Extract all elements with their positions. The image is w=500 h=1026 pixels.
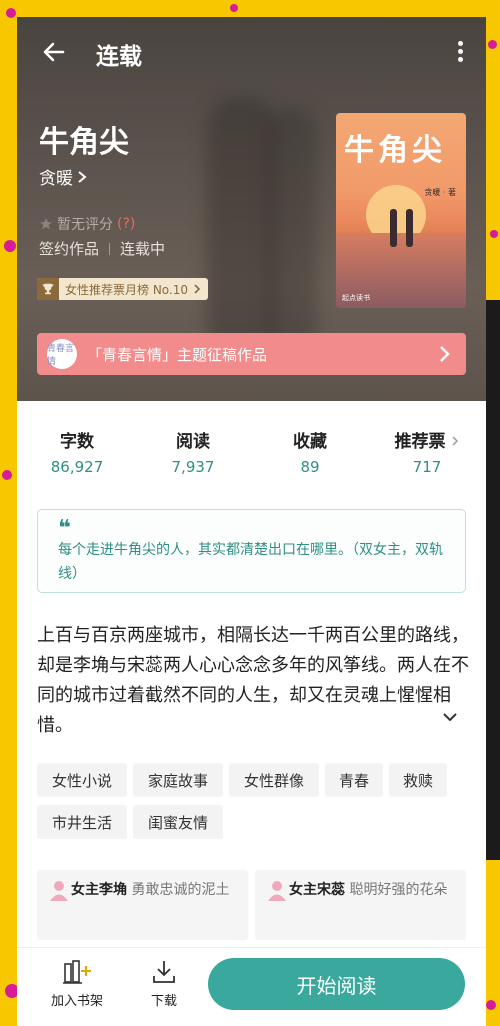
cover-figure bbox=[390, 209, 397, 247]
character-text: 女主宋蕊 聪明好强的花朵 bbox=[289, 878, 456, 902]
back-arrow-icon[interactable] bbox=[41, 39, 67, 65]
cover-author: 贪暖 · 著 bbox=[424, 188, 456, 197]
stat-value: 86,927 bbox=[50, 458, 104, 476]
contract-label: 签约作品 bbox=[39, 240, 100, 258]
stat-reads: 阅读 7,937 bbox=[148, 427, 238, 476]
tag-chip[interactable]: 市井生活 bbox=[37, 805, 127, 839]
tagline-card: ❝ 每个走进牛角尖的人，其实都清楚出口在哪里。（双女主，双轨线） bbox=[37, 509, 466, 593]
serial-status: 连载中 bbox=[120, 240, 166, 258]
rating-text: 暂无评分 bbox=[57, 217, 113, 233]
stat-recommend-votes[interactable]: 推荐票 717 bbox=[382, 427, 472, 476]
book-title: 牛角尖 bbox=[39, 125, 129, 160]
divider bbox=[109, 242, 111, 255]
more-menu-icon[interactable] bbox=[456, 41, 464, 65]
chevron-right-icon bbox=[78, 170, 87, 183]
synopsis: 上百与百京两座城市，相隔长达一千两百公里的路线，却是李埆与宋蕊两人心心念念多年的… bbox=[37, 625, 469, 736]
download-icon bbox=[153, 961, 175, 983]
bg-dot bbox=[488, 40, 497, 49]
character-card[interactable]: 女主宋蕊 聪明好强的花朵 bbox=[255, 870, 466, 940]
tagline-text: 每个走进牛角尖的人，其实都清楚出口在哪里。（双女主，双轨线） bbox=[58, 542, 443, 582]
bg-dot bbox=[486, 1000, 496, 1010]
stat-label: 阅读 bbox=[176, 432, 210, 452]
rank-text: 女性推荐票月榜 No.10 bbox=[65, 282, 189, 297]
book-status: 签约作品 连载中 bbox=[39, 238, 165, 259]
author-name: 贪暖 bbox=[39, 169, 73, 189]
tag-chip[interactable]: 女性小说 bbox=[37, 763, 127, 797]
female-avatar-icon bbox=[50, 881, 68, 901]
author-link[interactable]: 贪暖 bbox=[39, 164, 87, 189]
trophy-icon bbox=[37, 278, 59, 300]
add-to-shelf-button[interactable]: 加入书架 bbox=[51, 958, 103, 1009]
character-desc: 勇敢忠诚的泥土 bbox=[131, 882, 230, 898]
book-cover[interactable]: 牛角尖 贪暖 · 著 起点读书 bbox=[336, 113, 466, 308]
bg-dot bbox=[2, 470, 12, 480]
download-label: 下载 bbox=[150, 994, 177, 1009]
chevron-right-icon bbox=[452, 436, 459, 446]
add-to-shelf-label: 加入书架 bbox=[51, 994, 104, 1009]
banner-text: 「青春言情」主题征稿作品 bbox=[87, 345, 268, 364]
stat-value: 7,937 bbox=[171, 458, 215, 476]
cover-title: 牛角尖 bbox=[344, 133, 446, 168]
header-backdrop-figure bbox=[267, 107, 317, 357]
chevron-right-icon bbox=[440, 346, 450, 362]
book-header: 连载 牛角尖 贪暖 暂无评分 (?) 签约作品 连载中 女性推荐票月榜 No.1… bbox=[17, 17, 486, 401]
contest-seal-logo: 青春言情 bbox=[47, 339, 77, 369]
character-card[interactable]: 女主李埆 勇敢忠诚的泥土 bbox=[37, 870, 248, 940]
cover-publisher: 起点读书 bbox=[342, 294, 370, 302]
tag-chip[interactable]: 救赎 bbox=[389, 763, 447, 797]
tag-chip[interactable]: 闺蜜友情 bbox=[133, 805, 223, 839]
character-desc: 聪明好强的花朵 bbox=[349, 882, 448, 898]
start-reading-button[interactable]: 开始阅读 bbox=[208, 958, 465, 1010]
bg-dot bbox=[490, 230, 498, 238]
stats-row: 字数 86,927 阅读 7,937 收藏 89 推荐票 717 bbox=[17, 427, 486, 477]
stat-label: 收藏 bbox=[293, 432, 327, 452]
bottom-action-bar: 加入书架 下载 开始阅读 bbox=[17, 947, 486, 1026]
stat-word-count: 字数 86,927 bbox=[32, 427, 122, 476]
stat-label: 推荐票 bbox=[382, 427, 472, 452]
app-screen: 连载 牛角尖 贪暖 暂无评分 (?) 签约作品 连载中 女性推荐票月榜 No.1… bbox=[17, 17, 486, 1026]
rating: 暂无评分 (?) bbox=[39, 214, 135, 234]
chevron-down-icon[interactable] bbox=[441, 711, 459, 723]
top-bar: 连载 bbox=[17, 17, 486, 87]
stat-label-text: 推荐票 bbox=[394, 432, 446, 452]
cover-figure bbox=[406, 209, 413, 247]
tag-chip[interactable]: 家庭故事 bbox=[133, 763, 223, 797]
tag-chip[interactable]: 女性群像 bbox=[229, 763, 319, 797]
page-title: 连载 bbox=[96, 44, 142, 70]
bg-dot bbox=[6, 8, 16, 18]
stat-value: 717 bbox=[412, 458, 442, 476]
download-button[interactable]: 下载 bbox=[150, 958, 178, 1009]
female-avatar-icon bbox=[268, 881, 286, 901]
stat-value: 89 bbox=[300, 458, 320, 476]
star-icon bbox=[40, 218, 52, 230]
tag-chip[interactable]: 青春 bbox=[325, 763, 383, 797]
character-list: 女主李埆 勇敢忠诚的泥土 女主宋蕊 聪明好强的花朵 bbox=[37, 870, 466, 940]
character-text: 女主李埆 勇敢忠诚的泥土 bbox=[71, 878, 238, 902]
stat-favorites: 收藏 89 bbox=[265, 427, 355, 476]
stat-label: 字数 bbox=[60, 432, 94, 452]
character-name: 女主李埆 bbox=[71, 882, 127, 898]
rank-badge[interactable]: 女性推荐票月榜 No.10 bbox=[37, 278, 209, 300]
bg-dot bbox=[4, 240, 16, 252]
bg-dot bbox=[230, 4, 238, 12]
contest-banner[interactable]: 青春言情 「青春言情」主题征稿作品 bbox=[37, 333, 466, 375]
chevron-right-icon bbox=[194, 284, 201, 294]
character-name: 女主宋蕊 bbox=[289, 882, 345, 898]
rating-help-icon[interactable]: (?) bbox=[117, 216, 135, 232]
bookshelf-add-icon bbox=[63, 960, 91, 984]
